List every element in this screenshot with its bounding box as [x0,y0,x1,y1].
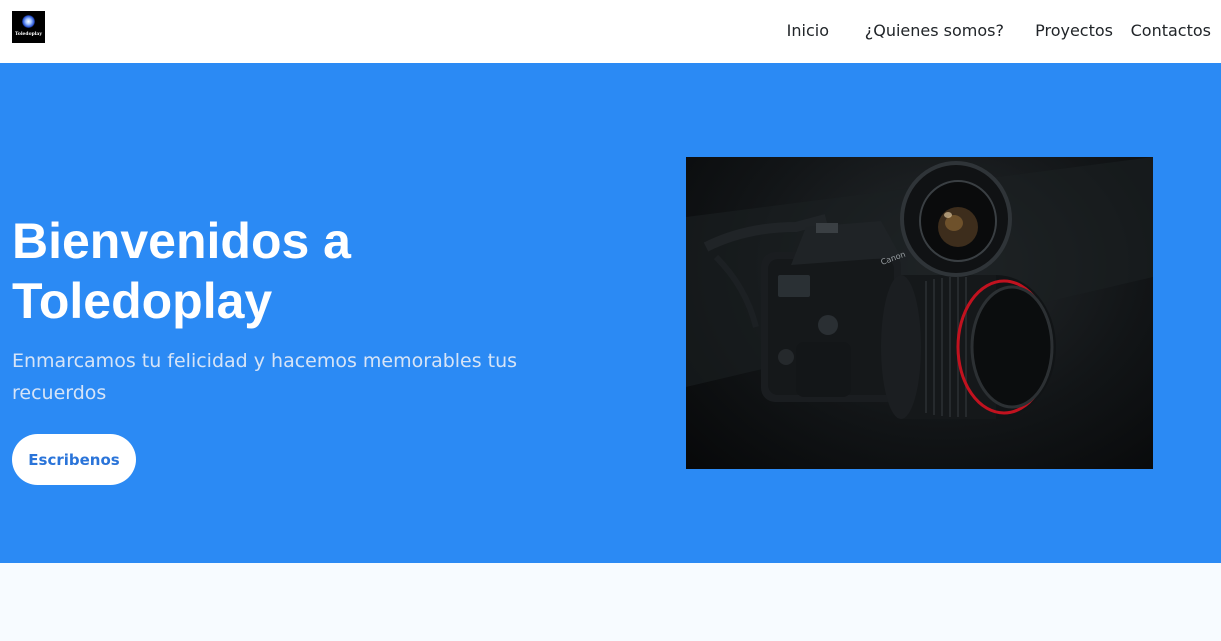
nav-item-quienes-somos[interactable]: ¿Quienes somos? [865,20,1004,42]
nav-item-contactos[interactable]: Contactos [1131,20,1211,42]
hero-section: Bienvenidos a Toledoplay Enmarcamos tu f… [0,63,1221,563]
escribenos-button[interactable]: Escribenos [12,434,136,485]
hero-camera-image: Canon [686,157,1153,469]
nav-item-proyectos[interactable]: Proyectos [1035,20,1113,42]
glowing-orb-logo-icon [22,15,35,28]
next-section [0,563,1221,641]
hero-title: Bienvenidos a Toledoplay [12,213,351,329]
hero-subtitle: Enmarcamos tu felicidad y hacemos memora… [12,350,518,404]
brand-logo[interactable]: Toledoplay [12,11,45,43]
navbar: Toledoplay Inicio ¿Quienes somos? Proyec… [0,0,1221,63]
camera-illustration: Canon [686,157,1153,419]
nav-item-inicio[interactable]: Inicio [787,20,829,42]
logo-text: Toledoplay [15,32,42,37]
